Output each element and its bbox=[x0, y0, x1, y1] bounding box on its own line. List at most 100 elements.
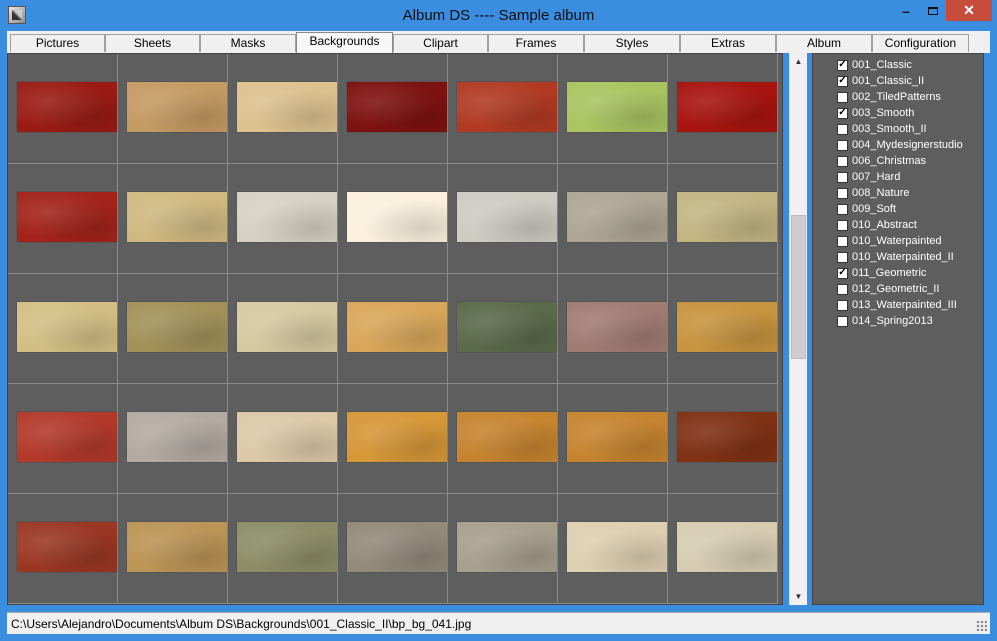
grid-cell[interactable] bbox=[668, 54, 778, 164]
category-checkbox[interactable] bbox=[837, 139, 848, 151]
grid-cell[interactable] bbox=[118, 494, 228, 604]
grid-cell[interactable] bbox=[8, 164, 118, 274]
background-thumbnail[interactable] bbox=[567, 412, 667, 462]
background-thumbnail[interactable] bbox=[17, 412, 117, 462]
grid-cell[interactable] bbox=[118, 274, 228, 384]
tab-configuration[interactable]: Configuration bbox=[872, 34, 969, 52]
category-checkbox[interactable] bbox=[837, 171, 848, 183]
background-thumbnail[interactable] bbox=[347, 522, 447, 572]
background-thumbnail[interactable] bbox=[237, 412, 337, 462]
category-item[interactable]: ✓ 003_Smooth bbox=[837, 105, 914, 121]
grid-cell[interactable] bbox=[8, 54, 118, 164]
background-thumbnail[interactable] bbox=[347, 302, 447, 352]
category-checkbox[interactable]: ✓ bbox=[837, 267, 848, 279]
background-thumbnail[interactable] bbox=[677, 522, 777, 572]
grid-cell[interactable] bbox=[448, 54, 558, 164]
category-item[interactable]: 010_Waterpainted_II bbox=[837, 249, 954, 265]
tab-frames[interactable]: Frames bbox=[488, 34, 584, 52]
grid-cell[interactable] bbox=[118, 164, 228, 274]
background-thumbnail[interactable] bbox=[17, 192, 117, 242]
background-thumbnail[interactable] bbox=[457, 522, 557, 572]
background-thumbnail[interactable] bbox=[457, 82, 557, 132]
background-thumbnail[interactable] bbox=[17, 302, 117, 352]
category-checkbox[interactable] bbox=[837, 91, 848, 103]
grid-cell[interactable] bbox=[558, 54, 668, 164]
category-item[interactable]: 014_Spring2013 bbox=[837, 313, 933, 329]
grid-cell[interactable] bbox=[228, 384, 338, 494]
category-item[interactable]: ✓ 001_Classic_II bbox=[837, 73, 924, 89]
vertical-scrollbar[interactable]: ▲ ▼ bbox=[789, 53, 807, 605]
background-thumbnail[interactable] bbox=[677, 192, 777, 242]
scroll-thumb[interactable] bbox=[791, 215, 806, 359]
tab-extras[interactable]: Extras bbox=[680, 34, 776, 52]
background-thumbnail[interactable] bbox=[347, 82, 447, 132]
background-thumbnail[interactable] bbox=[677, 82, 777, 132]
grid-cell[interactable] bbox=[558, 274, 668, 384]
grid-cell[interactable] bbox=[8, 494, 118, 604]
grid-cell[interactable] bbox=[448, 164, 558, 274]
category-checkbox[interactable] bbox=[837, 123, 848, 135]
category-item[interactable]: 009_Soft bbox=[837, 201, 896, 217]
grid-cell[interactable] bbox=[8, 384, 118, 494]
background-thumbnail[interactable] bbox=[457, 412, 557, 462]
background-thumbnail[interactable] bbox=[567, 522, 667, 572]
category-checkbox[interactable] bbox=[837, 251, 848, 263]
grid-cell[interactable] bbox=[448, 494, 558, 604]
background-thumbnail[interactable] bbox=[17, 82, 117, 132]
category-checkbox[interactable]: ✓ bbox=[837, 59, 848, 71]
tab-pictures[interactable]: Pictures bbox=[10, 34, 105, 52]
grid-cell[interactable] bbox=[228, 274, 338, 384]
grid-cell[interactable] bbox=[8, 274, 118, 384]
category-item[interactable]: ✓ 001_Classic bbox=[837, 57, 912, 73]
background-thumbnail[interactable] bbox=[237, 302, 337, 352]
category-item[interactable]: 012_Geometric_II bbox=[837, 281, 939, 297]
maximize-button[interactable] bbox=[920, 0, 946, 21]
background-thumbnail[interactable] bbox=[127, 522, 227, 572]
grid-cell[interactable] bbox=[118, 54, 228, 164]
background-thumbnail[interactable] bbox=[567, 302, 667, 352]
tab-masks[interactable]: Masks bbox=[200, 34, 296, 52]
close-button[interactable]: ✕ bbox=[946, 0, 992, 21]
scroll-down-arrow-icon[interactable]: ▼ bbox=[790, 588, 807, 605]
background-thumbnail[interactable] bbox=[567, 192, 667, 242]
tab-backgrounds[interactable]: Backgrounds bbox=[296, 32, 393, 53]
category-checkbox[interactable] bbox=[837, 187, 848, 199]
category-checkbox[interactable]: ✓ bbox=[837, 107, 848, 119]
background-thumbnail[interactable] bbox=[127, 192, 227, 242]
grid-cell[interactable] bbox=[558, 494, 668, 604]
grid-cell[interactable] bbox=[228, 54, 338, 164]
scroll-up-arrow-icon[interactable]: ▲ bbox=[790, 53, 807, 70]
category-checkbox[interactable] bbox=[837, 155, 848, 167]
background-thumbnail[interactable] bbox=[347, 192, 447, 242]
grid-cell[interactable] bbox=[448, 274, 558, 384]
category-item[interactable]: 003_Smooth_II bbox=[837, 121, 927, 137]
grid-cell[interactable] bbox=[338, 384, 448, 494]
grid-cell[interactable] bbox=[448, 384, 558, 494]
grid-cell[interactable] bbox=[228, 164, 338, 274]
tab-clipart[interactable]: Clipart bbox=[393, 34, 488, 52]
category-item[interactable]: 010_Abstract bbox=[837, 217, 917, 233]
background-thumbnail[interactable] bbox=[677, 412, 777, 462]
background-thumbnail[interactable] bbox=[127, 302, 227, 352]
background-thumbnail[interactable] bbox=[17, 522, 117, 572]
category-checkbox[interactable] bbox=[837, 203, 848, 215]
category-checkbox[interactable]: ✓ bbox=[837, 75, 848, 87]
background-thumbnail[interactable] bbox=[127, 412, 227, 462]
minimize-button[interactable]: – bbox=[892, 0, 920, 21]
category-item[interactable]: 004_Mydesignerstudio bbox=[837, 137, 963, 153]
tab-album[interactable]: Album bbox=[776, 34, 872, 52]
grid-cell[interactable] bbox=[558, 164, 668, 274]
category-item[interactable]: 006_Christmas bbox=[837, 153, 926, 169]
background-thumbnail[interactable] bbox=[237, 192, 337, 242]
background-thumbnail[interactable] bbox=[457, 192, 557, 242]
background-thumbnail[interactable] bbox=[677, 302, 777, 352]
grid-cell[interactable] bbox=[338, 54, 448, 164]
category-item[interactable]: 010_Waterpainted bbox=[837, 233, 942, 249]
category-item[interactable]: 007_Hard bbox=[837, 169, 900, 185]
category-checkbox[interactable] bbox=[837, 283, 848, 295]
category-checkbox[interactable] bbox=[837, 219, 848, 231]
background-thumbnail[interactable] bbox=[237, 522, 337, 572]
category-item[interactable]: 008_Nature bbox=[837, 185, 910, 201]
category-checkbox[interactable] bbox=[837, 235, 848, 247]
grid-cell[interactable] bbox=[228, 494, 338, 604]
